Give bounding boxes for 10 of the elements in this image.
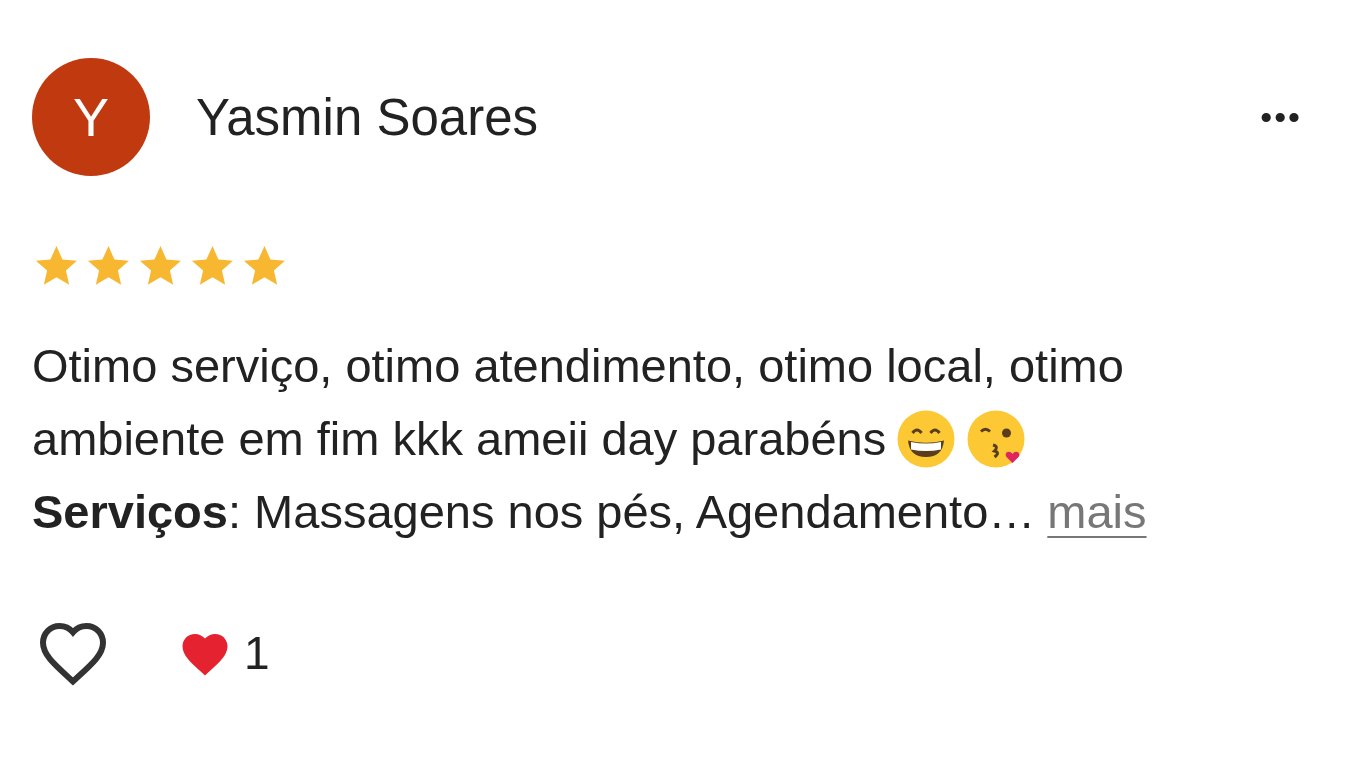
reaction-count: 1: [244, 626, 270, 680]
avatar: Y: [32, 58, 150, 176]
more-link[interactable]: mais: [1047, 475, 1147, 548]
grinning-face-icon: [896, 408, 957, 469]
services-text: Serviços: Massagens nos pés, Agendamento…: [32, 484, 1036, 540]
author-name: Yasmin Soares: [196, 87, 539, 147]
review-text: ambiente em fim kkk ameii day parabéns: [32, 411, 887, 467]
more-options-button[interactable]: •••: [1260, 97, 1302, 137]
review-text: Otimo serviço, otimo atendimento, otimo local, otimo: [32, 338, 1124, 394]
kissing-face-icon: [966, 408, 1027, 469]
